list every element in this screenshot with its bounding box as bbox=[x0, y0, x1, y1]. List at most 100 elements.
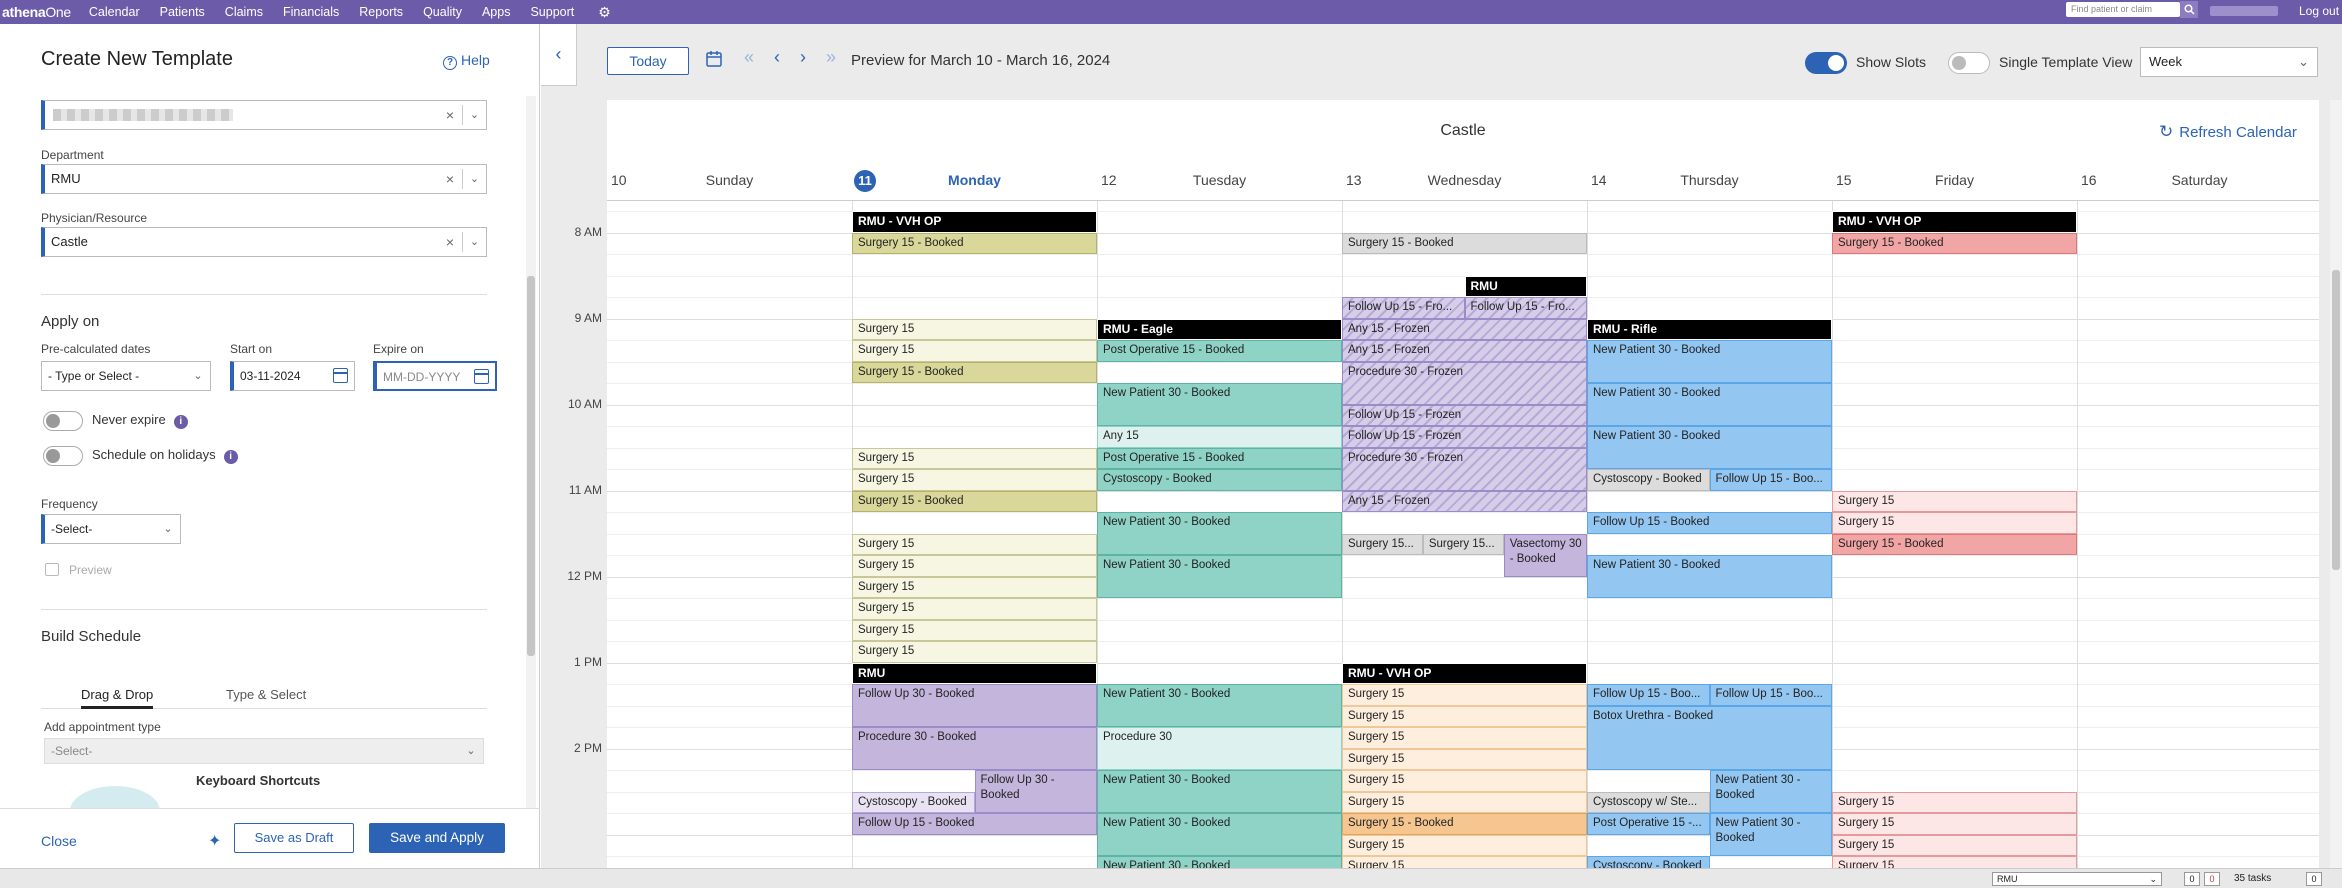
template-block-header[interactable]: RMU - VVH OP bbox=[1342, 662, 1587, 684]
appointment-slot[interactable]: New Patient 30 - Booked bbox=[1587, 555, 1832, 598]
template-block-header[interactable]: RMU - VVH OP bbox=[852, 211, 1097, 233]
appointment-slot[interactable]: Surgery 15 bbox=[1832, 813, 2077, 835]
appointment-slot[interactable]: Surgery 15 bbox=[852, 619, 1097, 641]
notification-badge[interactable]: 0 bbox=[2184, 872, 2200, 886]
appointment-slot[interactable]: Surgery 15 bbox=[852, 576, 1097, 598]
appointment-slot[interactable]: New Patient 30 - Booked bbox=[1587, 383, 1832, 426]
appointment-slot[interactable]: Vasectomy 30 - Booked bbox=[1503, 533, 1587, 577]
today-button[interactable]: Today bbox=[607, 47, 689, 75]
appointment-slot[interactable]: Procedure 30 - Booked bbox=[852, 727, 1097, 770]
calendar-icon[interactable] bbox=[333, 368, 348, 383]
department-select[interactable]: RMU × ⌄ bbox=[41, 164, 487, 194]
appointment-slot[interactable]: Surgery 15 bbox=[852, 555, 1097, 577]
calendar-icon[interactable] bbox=[474, 369, 489, 384]
appointment-slot[interactable]: Surgery 15 bbox=[852, 469, 1097, 491]
scrollbar-thumb[interactable] bbox=[2332, 270, 2340, 570]
appointment-slot[interactable]: Surgery 15 bbox=[1832, 490, 2077, 512]
appointment-slot[interactable]: Follow Up 15 - Frozen bbox=[1342, 426, 1587, 448]
appointment-slot[interactable]: New Patient 30 - Booked bbox=[1587, 340, 1832, 383]
physician-select[interactable]: Castle × ⌄ bbox=[41, 227, 487, 257]
appointment-slot[interactable]: Follow Up 15 - Booked bbox=[1587, 512, 1832, 534]
template-block-header[interactable]: RMU - Rifle bbox=[1587, 318, 1832, 340]
frequency-select[interactable]: -Select- ⌄ bbox=[41, 514, 181, 544]
appointment-slot[interactable]: Follow Up 15 - Fro... bbox=[1464, 297, 1587, 319]
appointment-slot[interactable]: Surgery 15 bbox=[852, 447, 1097, 469]
appointment-slot[interactable]: Cystoscopy w/ Ste... bbox=[1587, 791, 1710, 813]
scrollbar-thumb[interactable] bbox=[527, 276, 535, 656]
save-as-draft-button[interactable]: Save as Draft bbox=[234, 823, 354, 853]
template-block-header[interactable]: RMU - Eagle bbox=[1097, 318, 1342, 340]
info-icon[interactable]: i bbox=[173, 415, 188, 429]
appointment-slot[interactable]: New Patient 30 - Booked bbox=[1709, 770, 1832, 813]
nav-support[interactable]: Support bbox=[530, 5, 574, 19]
appointment-slot[interactable]: Surgery 15 bbox=[852, 533, 1097, 555]
nav-calendar[interactable]: Calendar bbox=[89, 5, 140, 19]
appointment-slot[interactable]: Surgery 15 bbox=[852, 318, 1097, 340]
chevron-down-icon[interactable]: ⌄ bbox=[462, 232, 486, 252]
previous-week-icon[interactable]: ‹ bbox=[774, 47, 780, 68]
appointment-slot[interactable]: New Patient 30 - Booked bbox=[1097, 684, 1342, 727]
appointment-slot[interactable]: New Patient 30 - Booked bbox=[1709, 813, 1832, 856]
appointment-slot[interactable]: New Patient 30 - Booked bbox=[1097, 813, 1342, 856]
appointment-slot[interactable]: Surgery 15 bbox=[1832, 791, 2077, 813]
appointment-slot[interactable]: Surgery 15 bbox=[1342, 834, 1587, 856]
chevron-down-icon[interactable]: ⌄ bbox=[462, 105, 486, 125]
appointment-slot[interactable]: Follow Up 15 - Boo... bbox=[1587, 684, 1710, 706]
appointment-slot[interactable]: Surgery 15... bbox=[1422, 533, 1504, 555]
appointment-slot[interactable]: Surgery 15 bbox=[1342, 684, 1587, 706]
appointment-slot[interactable]: Post Operative 15 -... bbox=[1587, 813, 1710, 835]
appointment-slot[interactable]: New Patient 30 - Booked bbox=[1097, 770, 1342, 813]
nav-patients[interactable]: Patients bbox=[160, 5, 205, 19]
calendar-icon[interactable] bbox=[705, 50, 723, 73]
nav-reports[interactable]: Reports bbox=[359, 5, 403, 19]
message-badge[interactable]: 0 bbox=[2306, 872, 2322, 886]
appointment-slot[interactable]: Surgery 15 bbox=[852, 598, 1097, 620]
template-block-header[interactable]: RMU bbox=[852, 662, 1097, 684]
schedule-holidays-toggle[interactable] bbox=[43, 446, 83, 466]
appointment-slot[interactable]: New Patient 30 - Booked bbox=[1097, 555, 1342, 598]
tab-drag-drop[interactable]: Drag & Drop bbox=[81, 687, 154, 709]
last-page-icon[interactable]: » bbox=[826, 47, 836, 68]
add-appointment-type-select[interactable]: -Select- ⌄ bbox=[44, 738, 484, 764]
expire-date-input[interactable]: MM-DD-YYYY bbox=[373, 361, 497, 391]
appointment-slot[interactable]: Any 15 - Frozen bbox=[1342, 340, 1587, 362]
info-icon[interactable]: i bbox=[223, 450, 238, 464]
appointment-slot[interactable]: Any 15 - Frozen bbox=[1342, 490, 1587, 512]
appointment-slot[interactable]: Procedure 30 - Frozen bbox=[1342, 361, 1587, 405]
search-icon[interactable] bbox=[2180, 1, 2198, 18]
calendar-scrollbar[interactable] bbox=[2330, 100, 2342, 868]
appointment-slot[interactable]: New Patient 30 - Booked bbox=[1097, 383, 1342, 426]
never-expire-toggle[interactable] bbox=[43, 411, 83, 431]
appointment-slot[interactable]: Cystoscopy - Booked bbox=[1587, 469, 1710, 491]
collapse-panel-button[interactable]: ‹ bbox=[541, 24, 577, 86]
appointment-slot[interactable]: Follow Up 15 - Boo... bbox=[1709, 684, 1832, 706]
nav-claims[interactable]: Claims bbox=[225, 5, 263, 19]
appointment-slot[interactable]: Surgery 15 bbox=[852, 340, 1097, 362]
help-link[interactable]: ? Help bbox=[443, 52, 490, 70]
appointment-slot[interactable]: New Patient 30 - Booked bbox=[1587, 426, 1832, 469]
appointment-slot[interactable]: Surgery 15 bbox=[852, 641, 1097, 663]
appointment-slot[interactable]: Surgery 15 - Booked bbox=[1832, 533, 2077, 555]
tasks-count[interactable]: 35 tasks bbox=[2234, 873, 2271, 884]
appointment-group-select[interactable]: × ⌄ bbox=[41, 100, 487, 130]
show-slots-toggle[interactable] bbox=[1805, 52, 1847, 74]
chevron-down-icon[interactable]: ⌄ bbox=[462, 169, 486, 189]
appointment-slot[interactable]: Surgery 15 bbox=[1832, 856, 2077, 868]
appointment-slot[interactable]: Surgery 15 - Booked bbox=[852, 361, 1097, 383]
appointment-slot[interactable]: Follow Up 15 - Boo... bbox=[1709, 469, 1832, 491]
appointment-slot[interactable]: Surgery 15 bbox=[1342, 770, 1587, 792]
appointment-slot[interactable]: Follow Up 15 - Booked bbox=[852, 813, 1097, 835]
clear-icon[interactable]: × bbox=[446, 165, 454, 193]
appointment-slot[interactable]: Surgery 15 bbox=[1342, 705, 1587, 727]
alert-badge[interactable]: 0 bbox=[2204, 872, 2220, 886]
appointment-slot[interactable]: Post Operative 15 - Booked bbox=[1097, 340, 1342, 362]
clear-icon[interactable]: × bbox=[446, 101, 454, 129]
tab-type-select[interactable]: Type & Select bbox=[226, 687, 306, 702]
department-status-select[interactable]: RMU ⌄ bbox=[1992, 872, 2162, 886]
appointment-slot[interactable]: Surgery 15 - Booked bbox=[1832, 232, 2077, 254]
template-block-header[interactable]: RMU - VVH OP bbox=[1832, 211, 2077, 233]
preview-button[interactable]: Preview bbox=[45, 563, 112, 577]
appointment-slot[interactable]: New Patient 30 - Booked bbox=[1097, 856, 1342, 868]
refresh-calendar-button[interactable]: ↻ Refresh Calendar bbox=[2159, 122, 2297, 142]
user-name-redacted[interactable] bbox=[2210, 6, 2278, 16]
